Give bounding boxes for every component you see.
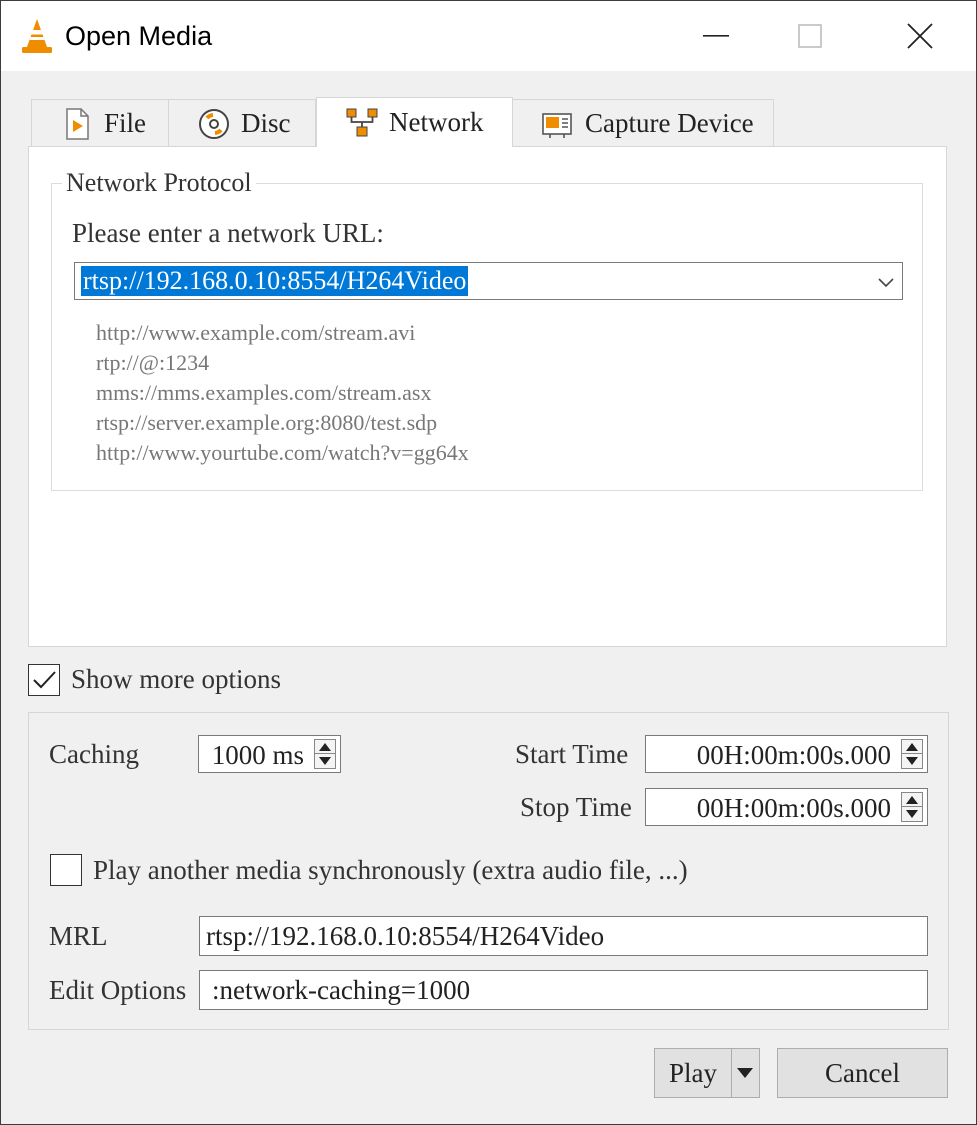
- tab-disc[interactable]: Disc: [168, 99, 316, 147]
- network-tab-panel: Network Protocol Please enter a network …: [28, 146, 947, 647]
- maximize-button[interactable]: [765, 1, 855, 71]
- window-title: Open Media: [65, 21, 213, 51]
- stop-time-spin-buttons[interactable]: [901, 792, 923, 822]
- tab-network-label: Network: [389, 107, 484, 137]
- example-url: mms://mms.examples.com/stream.asx: [96, 380, 432, 405]
- dropdown-arrow-icon[interactable]: [735, 1065, 755, 1081]
- example-url: http://www.yourtube.com/watch?v=gg64x: [96, 440, 469, 465]
- mrl-field[interactable]: rtsp://192.168.0.10:8554/H264Video: [199, 916, 928, 956]
- spin-down-icon[interactable]: [902, 754, 922, 768]
- play-button-label[interactable]: Play: [669, 1058, 717, 1089]
- disc-icon: [199, 108, 229, 139]
- spin-up-icon[interactable]: [902, 740, 922, 754]
- minimize-icon: [703, 35, 729, 37]
- mrl-value[interactable]: rtsp://192.168.0.10:8554/H264Video: [206, 921, 604, 952]
- play-sync-label[interactable]: Play another media synchronously (extra …: [93, 855, 688, 886]
- caching-spinbox[interactable]: 1000 ms: [198, 735, 341, 773]
- chevron-down-icon[interactable]: [876, 272, 896, 292]
- tab-capture-label: Capture Device: [585, 108, 754, 138]
- close-button[interactable]: [875, 1, 965, 71]
- edit-options-value[interactable]: :network-caching=1000: [212, 975, 470, 1006]
- url-input-value[interactable]: rtsp://192.168.0.10:8554/H264Video: [81, 266, 469, 296]
- network-url-combobox[interactable]: rtsp://192.168.0.10:8554/H264Video: [74, 262, 903, 300]
- url-label: Please enter a network URL:: [72, 218, 384, 248]
- tab-file[interactable]: File: [31, 99, 169, 147]
- open-media-dialog: Open Media File Disc Network Capture Dev…: [0, 0, 977, 1125]
- caching-spin-buttons[interactable]: [314, 739, 336, 769]
- network-icon: [346, 108, 378, 136]
- example-url: rtsp://server.example.org:8080/test.sdp: [96, 410, 438, 435]
- start-time-spinbox[interactable]: 00H:00m:00s.000: [645, 735, 928, 773]
- maximize-icon: [798, 24, 822, 48]
- example-url: rtp://@:1234: [96, 350, 210, 375]
- caching-value[interactable]: 1000 ms: [212, 740, 304, 771]
- start-time-label: Start Time: [515, 739, 629, 769]
- cancel-button-label[interactable]: Cancel: [825, 1058, 900, 1089]
- spin-down-icon[interactable]: [315, 754, 335, 768]
- start-time-spin-buttons[interactable]: [901, 739, 923, 769]
- file-play-icon: [66, 107, 89, 140]
- example-url: http://www.example.com/stream.avi: [96, 320, 416, 345]
- tab-file-label: File: [104, 108, 147, 138]
- stop-time-label: Stop Time: [520, 792, 632, 822]
- play-button-divider: [731, 1049, 732, 1097]
- network-protocol-group: Network Protocol Please enter a network …: [51, 168, 923, 491]
- mrl-label: MRL: [49, 921, 108, 951]
- tab-disc-label: Disc: [241, 108, 291, 138]
- play-sync-checkbox[interactable]: [50, 854, 82, 886]
- spin-up-icon[interactable]: [902, 793, 922, 807]
- tab-capture-device[interactable]: Capture Device: [512, 99, 774, 147]
- edit-options-field[interactable]: :network-caching=1000: [199, 970, 928, 1010]
- more-options-panel: Caching 1000 ms Start Time 00H:00m:00s.0…: [28, 712, 949, 1030]
- tab-network[interactable]: Network: [316, 97, 513, 147]
- vlc-cone-icon: [22, 19, 52, 53]
- spin-up-icon[interactable]: [315, 740, 335, 754]
- edit-options-label: Edit Options: [49, 975, 187, 1005]
- stop-time-spinbox[interactable]: 00H:00m:00s.000: [645, 788, 928, 826]
- play-button[interactable]: Play: [654, 1048, 760, 1098]
- stop-time-value[interactable]: 00H:00m:00s.000: [697, 793, 891, 824]
- start-time-value[interactable]: 00H:00m:00s.000: [697, 740, 891, 771]
- show-more-options-checkbox[interactable]: [28, 664, 60, 696]
- minimize-button[interactable]: [671, 1, 761, 71]
- caching-label: Caching: [49, 739, 139, 769]
- show-more-options-label[interactable]: Show more options: [71, 664, 281, 695]
- cancel-button[interactable]: Cancel: [777, 1048, 948, 1098]
- group-title: Network Protocol: [62, 168, 256, 198]
- title-bar: Open Media: [1, 1, 976, 71]
- spin-down-icon[interactable]: [902, 807, 922, 821]
- checkmark-icon: [33, 671, 56, 689]
- capture-device-icon: [542, 112, 572, 138]
- url-examples: http://www.example.com/stream.avi rtp://…: [96, 318, 469, 468]
- close-icon: [907, 23, 933, 49]
